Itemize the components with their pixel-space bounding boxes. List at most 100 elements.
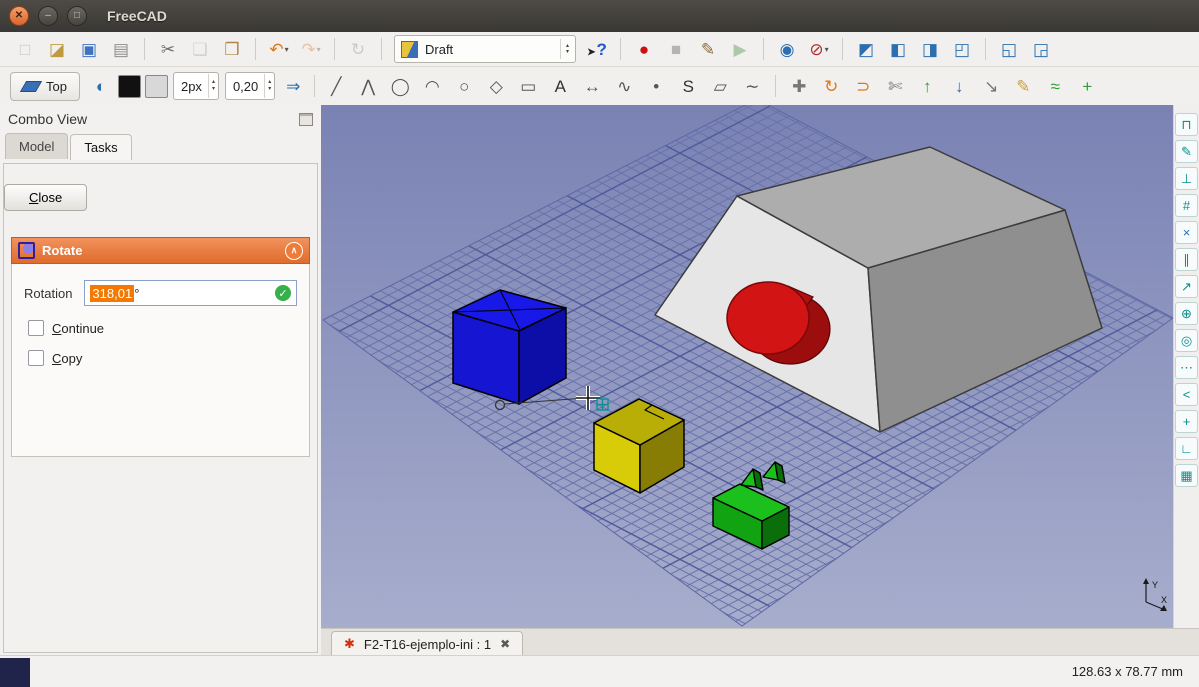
rotate-task-header[interactable]: Rotate ∧: [11, 237, 310, 264]
view-isometric-icon: ◩: [857, 39, 875, 59]
draft-rectangle[interactable]: ▭: [513, 73, 543, 100]
open-file[interactable]: ◪: [42, 36, 72, 63]
document-tab[interactable]: ✱ F2-T16-ejemplo-ini : 1 ✖: [331, 631, 524, 656]
draft-dimension[interactable]: ↔: [577, 73, 607, 100]
zoom-box-icon: ◉: [779, 39, 795, 59]
draft-text[interactable]: A: [545, 73, 575, 100]
continue-checkbox-box[interactable]: [28, 320, 44, 336]
cut[interactable]: ✂: [153, 36, 183, 63]
macro-record[interactable]: ●: [629, 36, 659, 63]
face-color-swatch[interactable]: [144, 74, 168, 98]
view-isometric[interactable]: ◩: [851, 36, 881, 63]
3d-scene[interactable]: Y X: [321, 105, 1173, 628]
draft-bezier[interactable]: ∼: [737, 73, 767, 100]
redo-dropdown-arrow[interactable]: ▾: [317, 45, 321, 54]
new-file[interactable]: □: [10, 36, 40, 63]
paste[interactable]: ❒: [217, 36, 247, 63]
refresh[interactable]: ↻: [343, 36, 373, 63]
working-plane-button[interactable]: Top: [10, 71, 80, 101]
macro-edit[interactable]: ✎: [693, 36, 723, 63]
paste-icon: ❒: [224, 39, 240, 59]
blue-part[interactable]: [452, 289, 567, 405]
undo-dropdown-arrow[interactable]: ▾: [285, 45, 289, 54]
window-close-button[interactable]: ✕: [9, 6, 29, 26]
draft-move[interactable]: ✚: [784, 73, 814, 100]
draft-downgrade[interactable]: ↓: [944, 73, 974, 100]
continue-checkbox[interactable]: Continue: [28, 320, 293, 336]
draft-trimex[interactable]: ✄: [880, 73, 910, 100]
redo-icon: ↷: [301, 39, 316, 59]
draft-bspline[interactable]: ∿: [609, 73, 639, 100]
draft-rotate[interactable]: ↻: [816, 73, 846, 100]
draft-shapestring[interactable]: S: [673, 73, 703, 100]
macro-stop-icon: ■: [670, 39, 682, 59]
snap-center[interactable]: ⊕: [1175, 302, 1198, 325]
spinner-arrows-icon[interactable]: ▴ ▾: [207, 74, 218, 98]
view-top[interactable]: ◨: [915, 36, 945, 63]
rotation-input[interactable]: 318,01 ° ✓: [84, 280, 297, 306]
workbench-selector[interactable]: Draft ▴ ▾: [394, 35, 576, 63]
save-file[interactable]: ▣: [74, 36, 104, 63]
snap-endpoint[interactable]: ✎: [1175, 140, 1198, 163]
combobox-spinner-icon[interactable]: ▴ ▾: [559, 39, 569, 59]
draft-scale[interactable]: ↘: [976, 73, 1006, 100]
redo[interactable]: ↷ ▾: [296, 36, 326, 63]
snap-parallel[interactable]: ∥: [1175, 248, 1198, 271]
draft-add-point[interactable]: +: [1072, 73, 1102, 100]
copy-checkbox[interactable]: Copy: [28, 350, 293, 366]
snap-angle[interactable]: ◎: [1175, 329, 1198, 352]
copy[interactable]: ❏: [185, 36, 215, 63]
draft-circle[interactable]: ◯: [385, 73, 415, 100]
draft-arc[interactable]: ◠: [417, 73, 447, 100]
snap-intersection[interactable]: ×: [1175, 221, 1198, 244]
toggle-grid[interactable]: ▦: [1175, 464, 1198, 487]
draft-facebinder[interactable]: ▱: [705, 73, 735, 100]
print[interactable]: ▤: [106, 36, 136, 63]
global-scale-spinbox[interactable]: 0,20 ▴ ▾: [224, 72, 276, 100]
draft-upgrade[interactable]: ↑: [912, 73, 942, 100]
draw-style[interactable]: ⊘ ▾: [804, 36, 834, 63]
construction-mode-toggle[interactable]: ◐: [86, 73, 116, 100]
draft-polygon[interactable]: ◇: [481, 73, 511, 100]
snap-midpoint[interactable]: +: [1175, 410, 1198, 433]
view-bottom[interactable]: ◲: [1026, 36, 1056, 63]
whats-this[interactable]: ?: [582, 36, 612, 63]
snap-working-plane[interactable]: ∟: [1175, 437, 1198, 460]
snap-near[interactable]: <: [1175, 383, 1198, 406]
draft-wire[interactable]: ⋀: [353, 73, 383, 100]
draft-wire-to-bspline[interactable]: ≈: [1040, 73, 1070, 100]
draft-point[interactable]: •: [641, 73, 671, 100]
draft-edit[interactable]: ✎: [1008, 73, 1038, 100]
zoom-box[interactable]: ◉: [772, 36, 802, 63]
tab-model[interactable]: Model: [5, 133, 69, 159]
snap-lock[interactable]: ⊓: [1175, 113, 1198, 136]
copy-checkbox-box[interactable]: [28, 350, 44, 366]
snap-perpendicular[interactable]: ⊥: [1175, 167, 1198, 190]
draft-trimex-icon: ✄: [888, 76, 903, 96]
snap-extension[interactable]: ↗: [1175, 275, 1198, 298]
window-minimize-button[interactable]: –: [38, 6, 58, 26]
view-right[interactable]: ◰: [947, 36, 977, 63]
float-panel-icon[interactable]: [299, 112, 313, 126]
view-rear[interactable]: ◱: [994, 36, 1024, 63]
close-task-button[interactable]: Close: [4, 184, 88, 211]
draw-style-dropdown-arrow[interactable]: ▾: [825, 45, 829, 54]
view-front[interactable]: ◧: [883, 36, 913, 63]
collapse-task-icon[interactable]: ∧: [285, 241, 303, 260]
tab-close-icon[interactable]: ✖: [500, 637, 510, 651]
snap-grid[interactable]: #: [1175, 194, 1198, 217]
draft-line[interactable]: ╱: [321, 73, 351, 100]
draft-ellipse[interactable]: ○: [449, 73, 479, 100]
draft-offset[interactable]: ⊃: [848, 73, 878, 100]
line-width-spinbox[interactable]: 2px ▴ ▾: [172, 72, 219, 100]
undo[interactable]: ↶ ▾: [264, 36, 294, 63]
tab-tasks[interactable]: Tasks: [70, 134, 132, 160]
line-color-swatch[interactable]: [117, 74, 141, 98]
apply-style-button[interactable]: ⇒: [278, 73, 308, 100]
macro-play[interactable]: ▶: [725, 36, 755, 63]
3d-viewport[interactable]: Y X: [321, 105, 1173, 628]
spinner-arrows-icon[interactable]: ▴ ▾: [264, 74, 274, 98]
snap-special[interactable]: ⋯: [1175, 356, 1198, 379]
window-maximize-button[interactable]: □: [67, 6, 87, 26]
macro-stop[interactable]: ■: [661, 36, 691, 63]
